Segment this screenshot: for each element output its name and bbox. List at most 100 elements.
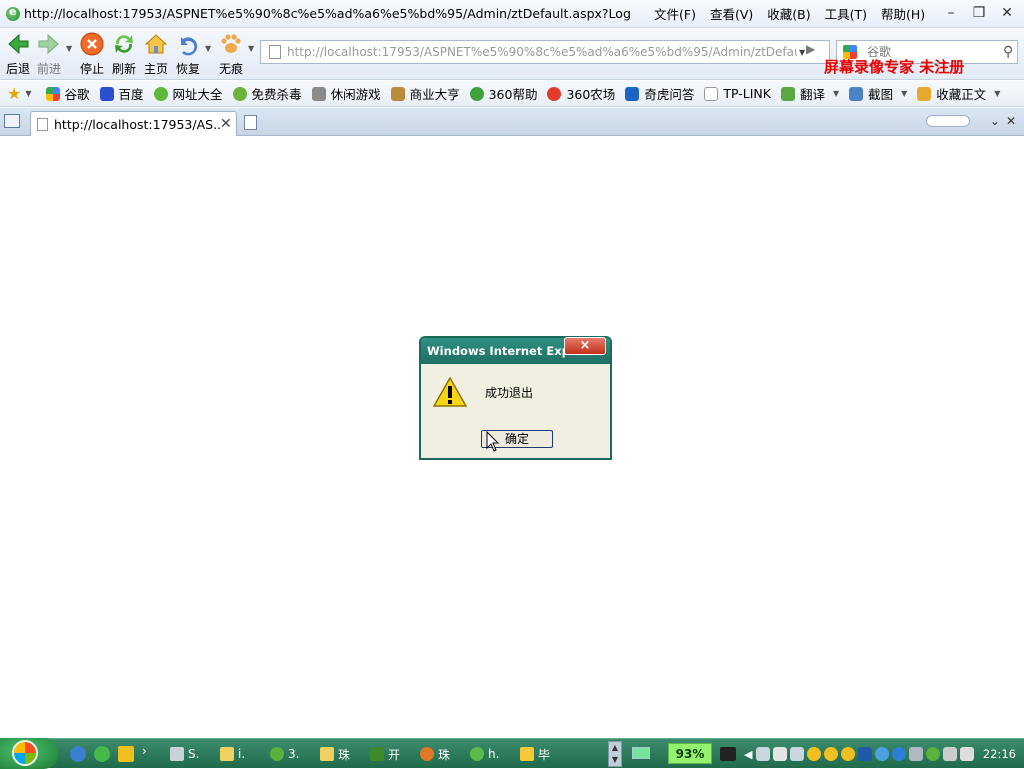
back-button[interactable]: 后退 — [2, 31, 34, 77]
app-icon — [170, 747, 184, 761]
tray-icon[interactable] — [756, 747, 771, 761]
qq-icon[interactable] — [824, 747, 839, 761]
power-plug-icon[interactable] — [720, 747, 736, 761]
taskbar-item[interactable]: S. — [170, 744, 199, 764]
address-dropdown-icon[interactable]: ▼ — [799, 48, 805, 57]
tab-current[interactable]: http://localhost:17953/AS... ✕ — [30, 111, 237, 136]
recorder-watermark: 屏幕录像专家 未注册 — [824, 58, 965, 76]
menu-view[interactable]: 查看(V) — [710, 4, 753, 23]
fav-business-tycoon[interactable]: 商业大亨 — [390, 84, 460, 103]
fav-save-content[interactable]: 收藏正文 ▼ — [917, 84, 1000, 103]
go-button[interactable]: ▶ — [806, 42, 824, 62]
page-icon — [37, 117, 48, 131]
translate-dropdown-icon[interactable]: ▼ — [833, 89, 839, 98]
fav-screenshot[interactable]: 截图 ▼ — [849, 84, 907, 103]
minimize-button[interactable]: – — [940, 4, 962, 22]
fav-casual-games[interactable]: 休闲游戏 — [311, 84, 381, 103]
volume-icon[interactable] — [960, 747, 975, 761]
keyboard-icon[interactable] — [632, 747, 650, 759]
show-desktop-icon[interactable] — [118, 746, 134, 762]
menu-file[interactable]: 文件(F) — [654, 4, 696, 23]
history-dropdown-icon[interactable]: ▼ — [66, 44, 72, 53]
incognito-button[interactable]: 无痕 — [215, 31, 247, 77]
tree-icon — [370, 747, 384, 761]
qa-icon — [625, 86, 640, 101]
task-label: 开 — [388, 747, 401, 762]
taskbar-item[interactable]: 毕 — [520, 744, 550, 764]
tray-icon[interactable] — [790, 747, 805, 761]
fav-tp-link[interactable]: TP-LINK — [704, 86, 771, 101]
stop-button[interactable]: 停止 — [76, 31, 108, 77]
taskbar-item[interactable]: 珠 — [320, 744, 350, 764]
ie-quicklaunch-icon[interactable] — [70, 746, 86, 762]
favorites-bar: ★ ▼ 谷歌 百度 网址大全 免费杀毒 休闲游戏 商业大亨 360帮助 360农… — [0, 81, 1024, 107]
tray-icon[interactable] — [875, 747, 890, 761]
antivirus-icon — [232, 86, 247, 101]
taskbar-item[interactable]: 3. — [270, 744, 299, 764]
favorites-star-icon[interactable]: ★ — [7, 84, 21, 103]
screenshot-dropdown-icon[interactable]: ▼ — [901, 89, 907, 98]
taskbar-item[interactable]: h. — [470, 744, 499, 764]
home-button[interactable]: 主页 — [140, 31, 172, 77]
address-input[interactable] — [287, 45, 797, 59]
tray-icon[interactable] — [892, 747, 907, 761]
close-all-tabs-icon[interactable]: ✕ — [1006, 114, 1016, 128]
tab-controls: ⌄ ✕ — [920, 114, 1016, 128]
dialog-close-button[interactable]: × — [564, 337, 606, 355]
fav-label: TP-LINK — [723, 86, 771, 101]
task-label: 毕 — [538, 747, 551, 762]
fav-free-antivirus[interactable]: 免费杀毒 — [232, 84, 302, 103]
quicklaunch-expand-icon[interactable]: › — [142, 744, 158, 760]
fav-qihoo-qa[interactable]: 奇虎问答 — [625, 84, 694, 103]
gamepad-icon — [311, 86, 326, 101]
menu-favorites[interactable]: 收藏(B) — [767, 4, 810, 23]
favorites-dropdown-icon[interactable]: ▼ — [25, 89, 31, 98]
forward-button[interactable]: 前进 — [33, 31, 65, 77]
tray-icon[interactable] — [773, 747, 788, 761]
fav-label: 网址大全 — [172, 87, 223, 102]
tab-list-dropdown-icon[interactable]: ⌄ — [990, 114, 1000, 128]
qq-icon[interactable] — [807, 747, 822, 761]
address-bar[interactable]: ▼ — [260, 40, 830, 64]
incognito-dropdown-icon[interactable]: ▼ — [248, 44, 254, 53]
fav-url-directory[interactable]: 网址大全 — [153, 84, 223, 103]
refresh-button[interactable]: 刷新 — [108, 31, 140, 77]
navigation-toolbar: 后退 前进 ▼ 停止 刷新 主页 恢复 ▼ 无痕 ▼ ▼ ▶ ⚲ 屏幕录像专家 … — [0, 28, 1024, 80]
mouse-cursor-icon — [486, 431, 500, 452]
close-tab-icon[interactable]: ✕ — [220, 116, 232, 132]
maximize-button[interactable]: ❐ — [968, 4, 990, 22]
taskbar-scroll-button[interactable]: ▲ ▼ — [608, 741, 622, 767]
taskbar-item[interactable]: 开 — [370, 744, 400, 764]
tray-icon[interactable] — [909, 747, 924, 761]
qq-icon[interactable] — [841, 747, 856, 761]
fav-baidu[interactable]: 百度 — [99, 84, 144, 103]
home-label: 主页 — [143, 62, 168, 76]
window-title: http://localhost:17953/ASPNET%e5%90%8c%e… — [24, 6, 632, 21]
360-quicklaunch-icon[interactable] — [94, 746, 110, 762]
fav-360-help[interactable]: 360帮助 — [469, 84, 537, 103]
fav-google[interactable]: 谷歌 — [45, 84, 90, 103]
taskbar-item[interactable]: 珠 — [420, 744, 450, 764]
taskbar-item[interactable]: i. — [220, 744, 245, 764]
save-content-dropdown-icon[interactable]: ▼ — [994, 89, 1000, 98]
restore-dropdown-icon[interactable]: ▼ — [205, 44, 211, 53]
folder-icon — [220, 747, 234, 761]
close-window-button[interactable]: ✕ — [996, 4, 1018, 22]
restore-button[interactable]: 恢复 — [172, 31, 204, 77]
network-icon[interactable] — [943, 747, 958, 761]
start-button[interactable] — [0, 738, 58, 769]
shield-icon[interactable] — [926, 747, 941, 761]
url-directory-icon — [153, 86, 168, 101]
tray-expand-icon[interactable]: ◀ — [744, 748, 752, 761]
fav-360-farm[interactable]: 360农场 — [547, 84, 615, 103]
menu-help[interactable]: 帮助(H) — [881, 4, 925, 23]
fav-translate[interactable]: 翻译 ▼ — [780, 84, 839, 103]
sidebar-toggle-icon[interactable] — [4, 114, 20, 128]
tab-switcher[interactable] — [925, 115, 970, 127]
back-label: 后退 — [5, 62, 30, 76]
back-arrow-icon — [8, 33, 29, 55]
search-icon[interactable]: ⚲ — [1003, 44, 1013, 60]
tray-icon[interactable] — [858, 747, 873, 761]
new-tab-button[interactable] — [244, 115, 257, 130]
menu-tools[interactable]: 工具(T) — [825, 4, 867, 23]
